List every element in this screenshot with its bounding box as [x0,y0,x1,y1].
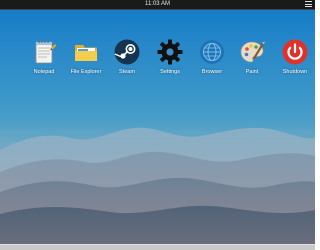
bottom-taskbar [0,244,315,250]
desktop-icon-grid: Notepad File Explorer Steam Settings Bro… [0,38,315,84]
desktop-app-steam[interactable]: Steam [107,38,147,80]
desktop-app-paint[interactable]: Paint [232,38,272,80]
hamburger-menu-icon[interactable] [305,1,312,7]
gear-icon [157,39,183,65]
desktop-app-label: Steam [119,69,135,75]
desktop-app-label: Paint [245,69,259,75]
power-icon [282,39,308,65]
top-status-bar: 11:03 AM [0,0,315,10]
desktop-app-label: File Explorer [70,69,102,75]
desktop-app-browser[interactable]: Browser [192,38,232,80]
desktop-app-label: Shutdown [282,69,308,75]
desktop-app-shutdown[interactable]: Shutdown [275,38,315,80]
desktop-app-file-explorer[interactable]: File Explorer [66,38,106,80]
steam-icon [114,39,140,65]
desktop-app-settings[interactable]: Settings [150,38,190,80]
desktop-app-notepad[interactable]: Notepad [24,38,64,80]
desktop: 11:03 AM Notepad File Explorer Steam Set… [0,0,315,250]
globe-icon [200,40,224,64]
desktop-app-label: Notepad [33,69,55,75]
desktop-app-label: Browser [201,69,223,75]
folder-icon [75,45,97,61]
notepad-icon [35,41,57,64]
clock: 11:03 AM [145,1,170,7]
desktop-app-label: Settings [160,69,180,75]
palette-icon [240,41,265,63]
